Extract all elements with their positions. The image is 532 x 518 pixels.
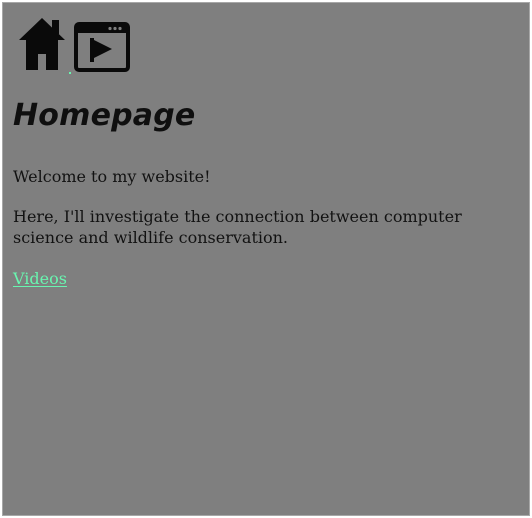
- home-icon: [13, 14, 71, 76]
- browser-frame: Homepage Welcome to my website! Here, I'…: [0, 0, 532, 518]
- top-nav: [13, 14, 130, 76]
- page-title: Homepage: [13, 98, 196, 133]
- videos-link[interactable]: Videos: [13, 268, 67, 289]
- video-player-icon: [74, 22, 130, 76]
- home-link-underline: [69, 72, 71, 74]
- video-player-link[interactable]: [74, 22, 130, 76]
- welcome-paragraph: Welcome to my website!: [13, 167, 211, 186]
- page-viewport: Homepage Welcome to my website! Here, I'…: [2, 2, 530, 516]
- home-link[interactable]: [13, 14, 71, 76]
- intro-paragraph: Here, I'll investigate the connection be…: [13, 207, 462, 247]
